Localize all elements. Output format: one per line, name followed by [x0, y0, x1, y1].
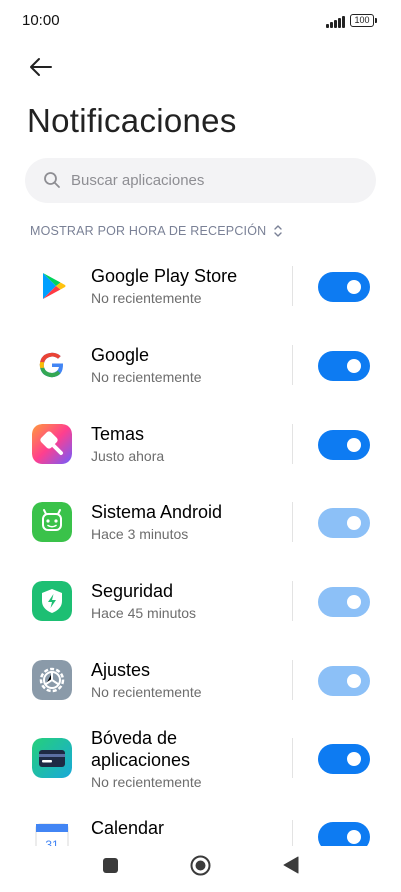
status-bar: 10:00 100	[0, 0, 401, 44]
list-item[interactable]: Google No recientemente	[0, 331, 401, 401]
divider	[292, 266, 293, 306]
divider	[292, 820, 293, 846]
app-subtitle: No recientemente	[91, 774, 202, 790]
sort-selector[interactable]: MOSTRAR POR HORA DE RECEPCIÓN	[30, 222, 284, 240]
search-input[interactable]	[71, 158, 351, 203]
nav-back-button[interactable]	[283, 856, 299, 874]
app-name: Temas	[91, 424, 145, 444]
android-system-icon	[32, 502, 72, 542]
battery-icon: 100	[350, 14, 374, 27]
divider	[292, 738, 293, 778]
signal-icon	[326, 14, 346, 28]
list-item[interactable]: Bóveda de aplicaciones No recientemente	[0, 724, 401, 824]
battery-level: 100	[354, 15, 370, 25]
list-item[interactable]: 31 Calendar	[0, 812, 401, 846]
google-icon	[35, 348, 69, 382]
app-subtitle: Hace 45 minutos	[91, 605, 197, 621]
list-item[interactable]: Google Play Store No recientemente	[0, 252, 401, 322]
app-name: Calendar	[91, 818, 165, 838]
app-name-line2: aplicaciones	[91, 750, 191, 770]
security-icon	[32, 581, 72, 621]
page-title: Notificaciones	[27, 102, 237, 139]
calendar-icon-date: 31	[45, 838, 59, 846]
arrow-left-icon	[30, 58, 52, 76]
app-subtitle: No recientemente	[91, 290, 202, 306]
list-item[interactable]: Ajustes No recientemente	[0, 646, 401, 716]
battery-cap	[375, 18, 377, 23]
notification-toggle[interactable]	[318, 822, 370, 846]
notification-toggle[interactable]	[318, 508, 370, 538]
app-name: Sistema Android	[91, 502, 223, 522]
divider	[292, 660, 293, 700]
app-name: Bóveda de	[91, 728, 178, 748]
app-name: Google Play Store	[91, 266, 238, 286]
app-subtitle: Justo ahora	[91, 448, 165, 464]
back-button[interactable]	[24, 50, 58, 84]
themes-icon	[32, 424, 72, 464]
google-play-store-icon	[43, 273, 66, 299]
notification-toggle[interactable]	[318, 666, 370, 696]
list-item[interactable]: Sistema Android Hace 3 minutos	[0, 488, 401, 558]
app-vault-icon	[32, 738, 72, 778]
notification-toggle[interactable]	[318, 430, 370, 460]
recents-button[interactable]	[103, 858, 118, 873]
list-item[interactable]: Seguridad Hace 45 minutos	[0, 567, 401, 637]
system-navigation-bar	[0, 846, 401, 892]
chevron-up-down-icon	[274, 225, 283, 237]
divider	[292, 424, 293, 464]
notification-toggle[interactable]	[318, 744, 370, 774]
list-item[interactable]: Temas Justo ahora	[0, 410, 401, 480]
sort-label: MOSTRAR POR HORA DE RECEPCIÓN	[30, 224, 267, 238]
status-time: 10:00	[22, 12, 60, 29]
divider	[292, 345, 293, 385]
app-subtitle: No recientemente	[91, 684, 202, 700]
app-name: Ajustes	[91, 660, 151, 680]
notification-toggle[interactable]	[318, 272, 370, 302]
search-bar[interactable]	[25, 158, 376, 203]
app-name: Google	[91, 345, 150, 365]
notification-toggle[interactable]	[318, 351, 370, 381]
app-name: Seguridad	[91, 581, 174, 601]
divider	[292, 502, 293, 542]
divider	[292, 581, 293, 621]
home-button[interactable]	[190, 855, 211, 876]
app-subtitle: No recientemente	[91, 369, 202, 385]
search-icon	[44, 172, 60, 188]
calendar-icon: 31	[35, 823, 69, 846]
notification-toggle[interactable]	[318, 587, 370, 617]
app-subtitle: Hace 3 minutos	[91, 526, 189, 542]
settings-icon	[32, 660, 72, 700]
